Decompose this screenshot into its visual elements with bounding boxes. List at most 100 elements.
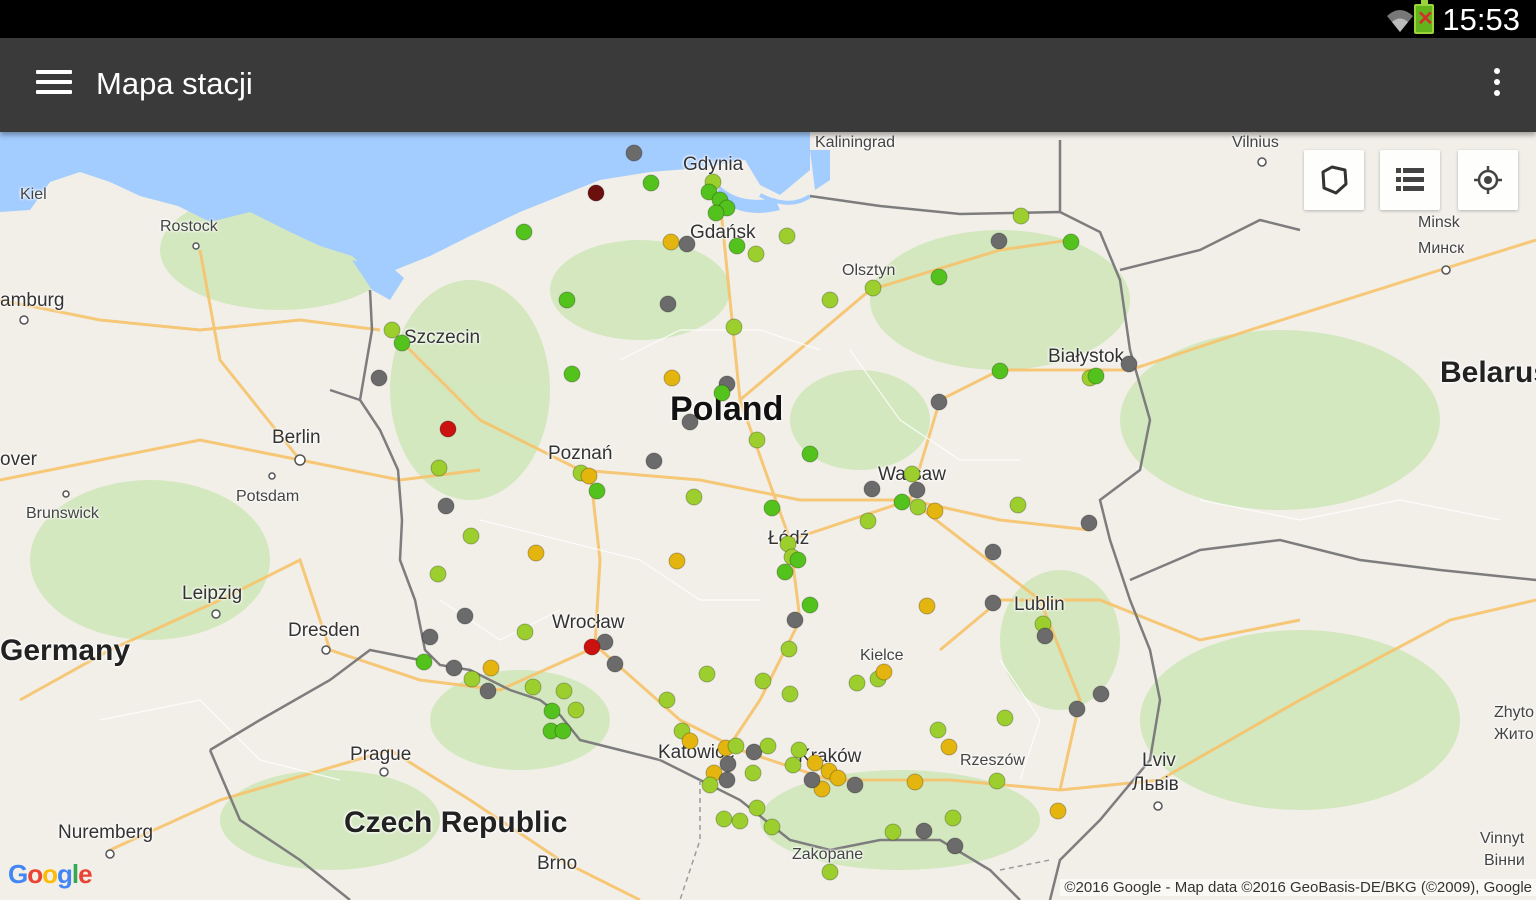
station-marker[interactable] [801,596,819,614]
station-marker[interactable] [567,701,585,719]
station-marker[interactable] [583,638,601,656]
station-marker[interactable] [763,818,781,836]
station-marker[interactable] [930,393,948,411]
station-marker[interactable] [437,497,455,515]
station-marker[interactable] [1087,367,1105,385]
station-marker[interactable] [944,809,962,827]
station-marker[interactable] [701,776,719,794]
station-marker[interactable] [863,480,881,498]
draw-area-button[interactable] [1304,150,1364,210]
station-marker[interactable] [727,737,745,755]
station-marker[interactable] [430,459,448,477]
station-marker[interactable] [580,467,598,485]
station-marker[interactable] [681,413,699,431]
station-marker[interactable] [370,369,388,387]
station-marker[interactable] [906,773,924,791]
station-marker[interactable] [1068,700,1086,718]
station-marker[interactable] [801,445,819,463]
station-marker[interactable] [524,678,542,696]
station-marker[interactable] [728,237,746,255]
station-marker[interactable] [930,268,948,286]
station-marker[interactable] [563,365,581,383]
station-marker[interactable] [1012,207,1030,225]
station-marker[interactable] [383,321,401,339]
station-marker[interactable] [918,597,936,615]
station-marker[interactable] [909,498,927,516]
station-marker[interactable] [991,362,1009,380]
station-marker[interactable] [747,245,765,263]
station-marker[interactable] [685,488,703,506]
station-marker[interactable] [1036,627,1054,645]
station-marker[interactable] [744,764,762,782]
station-marker[interactable] [806,754,824,772]
station-marker[interactable] [803,771,821,789]
station-marker[interactable] [415,653,433,671]
station-marker[interactable] [759,737,777,755]
station-marker[interactable] [516,623,534,641]
station-marker[interactable] [668,552,686,570]
station-marker[interactable] [681,732,699,750]
station-marker[interactable] [555,682,573,700]
station-marker[interactable] [625,144,643,162]
station-marker[interactable] [554,722,572,740]
station-marker[interactable] [731,812,749,830]
station-marker[interactable] [393,334,411,352]
station-marker[interactable] [776,563,794,581]
station-marker[interactable] [990,232,1008,250]
station-marker[interactable] [903,465,921,483]
station-marker[interactable] [707,204,725,222]
station-marker[interactable] [515,223,533,241]
station-marker[interactable] [719,755,737,773]
station-marker[interactable] [848,674,866,692]
map-view[interactable]: Kaliningrad Vilnius Gdynia Kiel Rostock Gdańs… [0,132,1536,900]
station-marker[interactable] [715,810,733,828]
station-marker[interactable] [606,655,624,673]
station-marker[interactable] [658,691,676,709]
station-marker[interactable] [763,499,781,517]
station-marker[interactable] [984,543,1002,561]
station-marker[interactable] [915,822,933,840]
station-marker[interactable] [929,721,947,739]
station-marker[interactable] [786,611,804,629]
station-marker[interactable] [456,607,474,625]
station-marker[interactable] [748,799,766,817]
station-marker[interactable] [821,291,839,309]
station-marker[interactable] [463,670,481,688]
station-marker[interactable] [479,682,497,700]
my-location-button[interactable] [1458,150,1518,210]
station-marker[interactable] [718,771,736,789]
station-marker[interactable] [1080,514,1098,532]
list-view-button[interactable] [1380,150,1440,210]
station-marker[interactable] [587,184,605,202]
station-marker[interactable] [790,741,808,759]
station-marker[interactable] [1062,233,1080,251]
station-marker[interactable] [789,551,807,569]
station-marker[interactable] [462,527,480,545]
station-marker[interactable] [659,295,677,313]
station-marker[interactable] [588,482,606,500]
station-marker[interactable] [482,659,500,677]
station-marker[interactable] [1120,355,1138,373]
station-marker[interactable] [725,318,743,336]
station-marker[interactable] [421,628,439,646]
station-marker[interactable] [829,769,847,787]
station-marker[interactable] [748,431,766,449]
hamburger-menu-icon[interactable] [36,70,72,100]
station-marker[interactable] [988,772,1006,790]
station-marker[interactable] [780,640,798,658]
station-marker[interactable] [527,544,545,562]
station-marker[interactable] [821,863,839,881]
station-marker[interactable] [662,233,680,251]
station-marker[interactable] [940,738,958,756]
station-marker[interactable] [663,369,681,387]
overflow-menu-icon[interactable] [1492,68,1502,102]
station-marker[interactable] [926,502,944,520]
station-marker[interactable] [429,565,447,583]
station-marker[interactable] [678,235,696,253]
station-marker[interactable] [875,663,893,681]
station-marker[interactable] [778,227,796,245]
station-marker[interactable] [439,420,457,438]
station-marker[interactable] [558,291,576,309]
station-marker[interactable] [984,594,1002,612]
station-marker[interactable] [946,837,964,855]
